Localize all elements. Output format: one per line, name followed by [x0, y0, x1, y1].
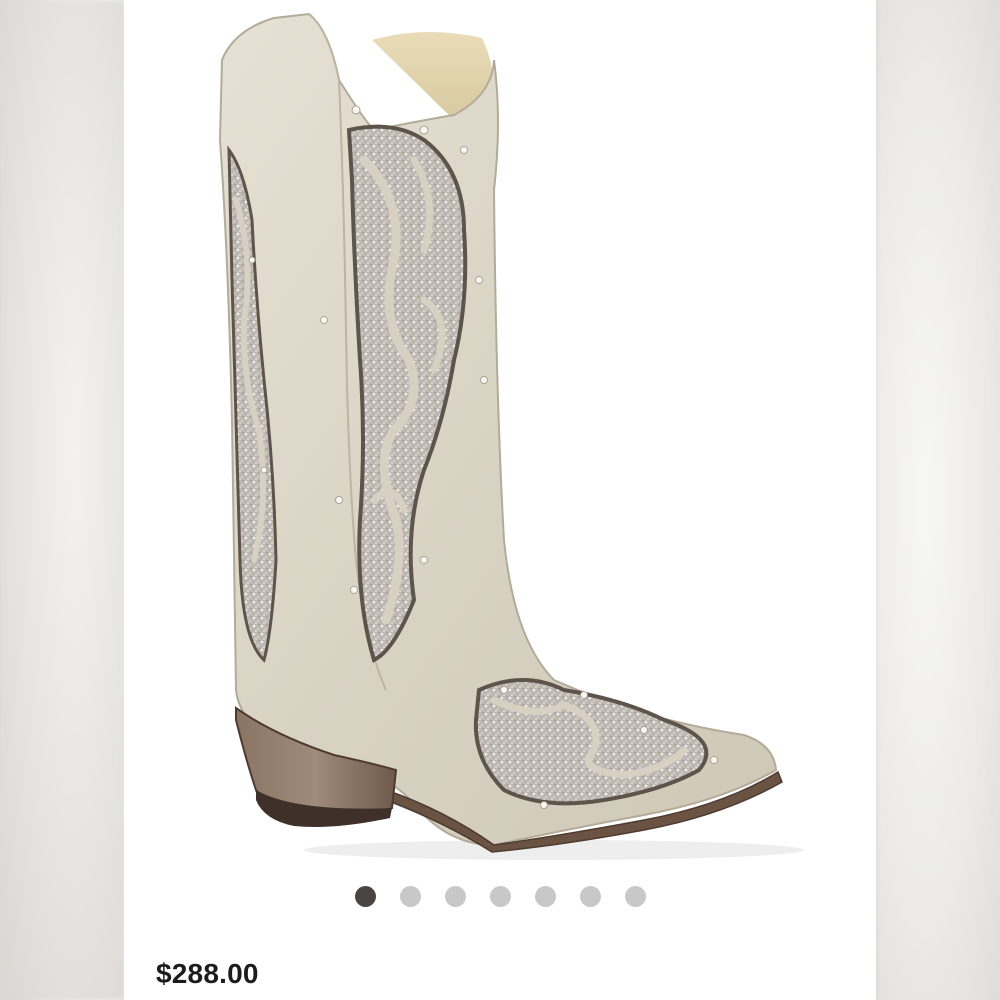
carousel-dot-7[interactable] [624, 886, 646, 907]
product-photo[interactable] [124, 0, 876, 870]
blurred-background-left [0, 0, 124, 1000]
carousel-dot-3[interactable] [444, 886, 466, 907]
carousel-dot-5[interactable] [534, 886, 556, 907]
carousel-dot-2[interactable] [399, 886, 421, 907]
listing-price: $288.00 [156, 958, 259, 989]
carousel-dot-1[interactable] [354, 886, 376, 907]
carousel-dot-4[interactable] [489, 886, 511, 907]
carousel-dot-6[interactable] [579, 886, 601, 907]
blurred-background-right [876, 0, 1000, 1000]
screenshot-stage: $288.00 [0, 0, 1000, 1000]
image-carousel-dots [124, 886, 876, 910]
listing-card: $288.00 [124, 0, 876, 1000]
